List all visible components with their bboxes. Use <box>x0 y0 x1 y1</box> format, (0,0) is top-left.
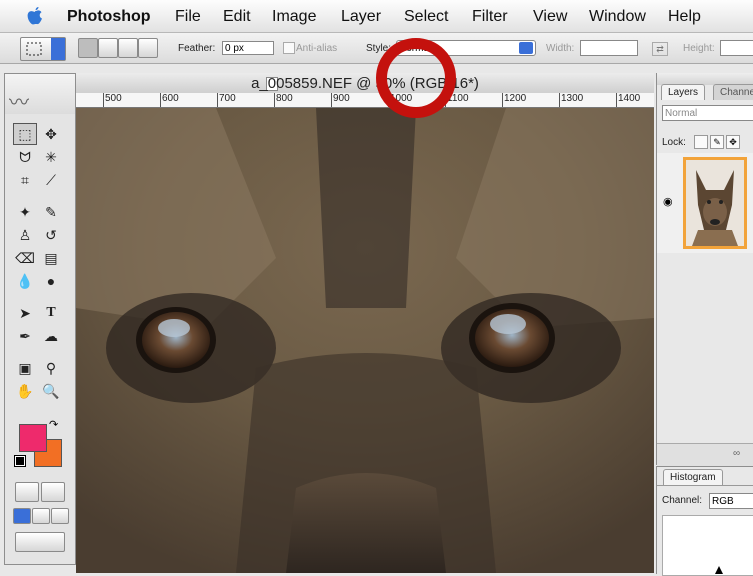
hand-tool[interactable]: ✋ <box>13 380 37 402</box>
layers-panel-footer: ∞ <box>657 443 753 466</box>
lock-position-icon[interactable]: ✥ <box>726 135 740 149</box>
ruler-label: 1400 <box>618 93 641 104</box>
brush-tool[interactable]: ✎ <box>39 201 63 223</box>
app-menu[interactable]: Photoshop <box>67 8 151 26</box>
layers-panel: Layers Channels Normal Lock: ✎ ✥ ◉ ∞ <box>656 73 753 466</box>
screen-mode-menubar-button[interactable] <box>32 508 50 524</box>
screen-mode-full-button[interactable] <box>51 508 69 524</box>
jump-to-imageready-button[interactable] <box>15 532 65 552</box>
lock-pixels-icon[interactable]: ✎ <box>710 135 724 149</box>
menu-file[interactable]: File <box>175 8 201 26</box>
layer-thumbnail <box>683 157 747 249</box>
menu-window[interactable]: Window <box>589 8 646 26</box>
document-title-bar[interactable]: a_005859.NEF @ 50% (RGB/16*) <box>76 73 654 94</box>
antialias-checkbox[interactable] <box>283 42 295 54</box>
new-selection-button[interactable] <box>78 38 98 58</box>
ruler-label: 900 <box>333 93 350 104</box>
ruler-label: 1200 <box>504 93 527 104</box>
menu-edit[interactable]: Edit <box>223 8 251 26</box>
chevron-down-icon <box>51 38 65 60</box>
path-selection-tool[interactable]: ➤ <box>13 302 37 324</box>
channel-select[interactable]: RGB <box>709 493 753 509</box>
slice-tool[interactable]: ⟋ <box>39 169 63 191</box>
subtract-selection-button[interactable] <box>118 38 138 58</box>
ruler-label: 700 <box>219 93 236 104</box>
options-bar: Feather: 0 px Anti-alias Style: Normal W… <box>0 33 753 64</box>
quick-mask-mode-button[interactable] <box>41 482 65 502</box>
height-input[interactable] <box>720 40 753 56</box>
add-selection-button[interactable] <box>98 38 118 58</box>
ruler-label: 1300 <box>561 93 584 104</box>
screen-mode-standard-button[interactable] <box>13 508 31 524</box>
history-brush-tool[interactable]: ↺ <box>39 224 63 246</box>
feather-logo-icon[interactable]: 〰 <box>9 86 29 115</box>
dog-photo <box>76 108 654 573</box>
feather-input[interactable]: 0 px <box>222 41 274 55</box>
menu-select[interactable]: Select <box>404 8 448 26</box>
antialias-label: Anti-alias <box>296 43 338 54</box>
width-label: Width: <box>546 43 575 54</box>
tool-preset-picker[interactable] <box>20 37 66 61</box>
ruler-label: 500 <box>105 93 122 104</box>
lasso-tool[interactable]: ᗢ <box>13 146 37 168</box>
eraser-tool[interactable]: ⌫ <box>13 247 37 269</box>
tab-layers[interactable]: Layers <box>661 84 706 100</box>
healing-brush-tool[interactable]: ✦ <box>13 201 37 223</box>
histogram-graph <box>662 515 753 576</box>
ruler-label: 600 <box>162 93 179 104</box>
menu-view[interactable]: View <box>533 8 567 26</box>
document-title: a_005859.NEF @ 50% (RGB/16*) <box>251 75 479 92</box>
blend-mode-select[interactable]: Normal <box>662 105 753 121</box>
custom-shape-tool[interactable]: ☁ <box>39 325 63 347</box>
document-canvas[interactable] <box>76 108 654 573</box>
magic-wand-tool[interactable]: ✳ <box>39 146 63 168</box>
horizontal-ruler[interactable]: 500 600 700 800 900 1000 1100 1200 1300 … <box>76 93 654 108</box>
default-colors-icon[interactable] <box>14 455 26 467</box>
dog-thumbnail-image <box>686 160 744 246</box>
toolbox-header: 〰 <box>5 74 75 114</box>
tab-histogram[interactable]: Histogram <box>663 469 723 485</box>
histogram-panel: Histogram Channel: RGB <box>656 466 753 576</box>
eye-icon[interactable]: ◉ <box>663 195 673 208</box>
eyedropper-tool[interactable]: ⚲ <box>39 357 63 379</box>
move-tool[interactable]: ✥ <box>39 123 63 145</box>
lock-label: Lock: <box>662 137 686 148</box>
apple-menu-icon[interactable] <box>26 6 44 26</box>
highlight-circle-annotation <box>376 38 456 118</box>
dodge-tool[interactable]: ● <box>39 270 63 292</box>
menu-bar: Photoshop File Edit Image Layer Select F… <box>0 0 753 33</box>
ruler-label: 800 <box>276 93 293 104</box>
marquee-icon <box>26 42 42 56</box>
menu-help[interactable]: Help <box>668 8 701 26</box>
channel-label: Channel: <box>662 495 703 506</box>
foreground-color-swatch-front[interactable] <box>19 424 47 452</box>
zoom-tool[interactable]: 🔍 <box>39 380 63 402</box>
pen-tool[interactable]: ✒ <box>13 325 37 347</box>
menu-filter[interactable]: Filter <box>472 8 508 26</box>
toolbox: 〰 ⬚ ✥ ᗢ ✳ ⌗ ⟋ ✦ ✎ ♙ ↺ ⌫ ▤ 💧 ● ➤ T ✒ ☁ ▣ … <box>4 73 76 565</box>
standard-mode-button[interactable] <box>15 482 39 502</box>
chevron-down-icon <box>519 42 533 54</box>
tab-channels[interactable]: Channels <box>713 84 753 100</box>
layer-row[interactable]: ◉ <box>657 153 753 253</box>
lock-transparency-icon[interactable] <box>694 135 708 149</box>
width-input[interactable] <box>580 40 638 56</box>
swap-dimensions-icon[interactable]: ⇄ <box>652 42 668 56</box>
type-tool[interactable]: T <box>39 302 63 324</box>
swap-colors-icon[interactable]: ↷ <box>49 418 58 431</box>
intersect-selection-button[interactable] <box>138 38 158 58</box>
menu-layer[interactable]: Layer <box>341 8 381 26</box>
height-label: Height: <box>683 43 715 54</box>
crop-tool[interactable]: ⌗ <box>13 169 37 191</box>
menu-image[interactable]: Image <box>272 8 316 26</box>
blur-tool[interactable]: 💧 <box>13 270 37 292</box>
marquee-tool[interactable]: ⬚ <box>13 123 37 145</box>
gradient-tool[interactable]: ▤ <box>39 247 63 269</box>
selection-mode-group <box>78 38 160 58</box>
clone-stamp-tool[interactable]: ♙ <box>13 224 37 246</box>
notes-tool[interactable]: ▣ <box>13 357 37 379</box>
feather-label: Feather: <box>178 43 216 54</box>
link-layers-icon[interactable]: ∞ <box>733 448 740 459</box>
